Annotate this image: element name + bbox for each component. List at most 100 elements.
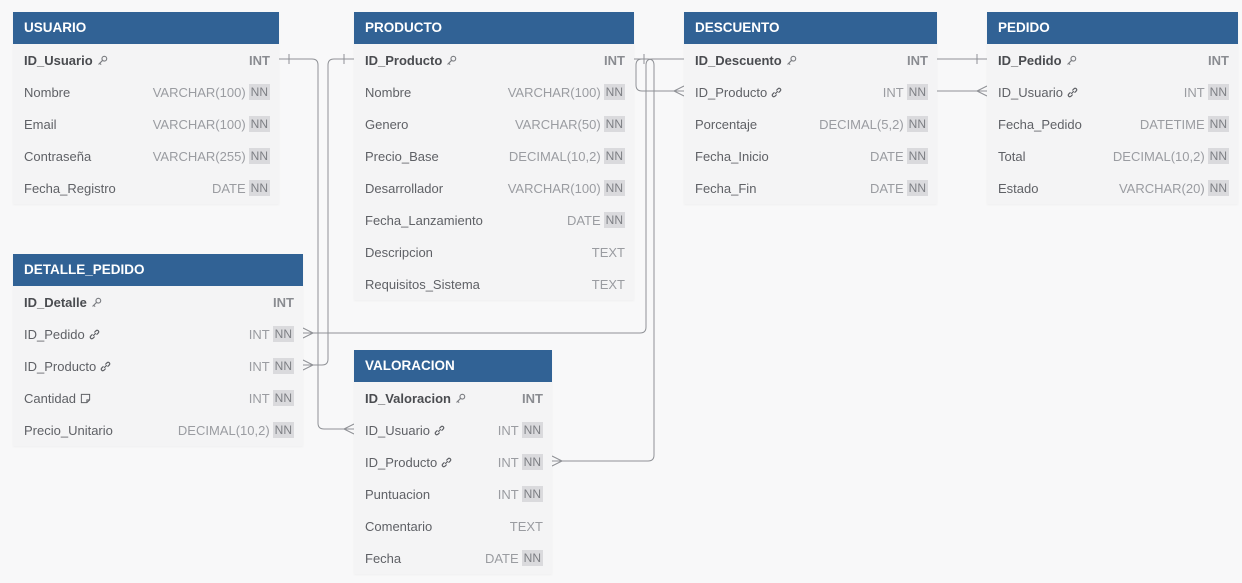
field-name: ID_Producto [365,455,498,470]
field-name-text: Precio_Unitario [24,422,113,438]
not-null-badge: NN [603,180,625,196]
field-name: Puntuacion [365,487,498,502]
field-row[interactable]: ID_Usuario INT [13,44,279,76]
field-type: INT [249,52,270,68]
table-descuento[interactable]: DESCUENTO ID_Descuento INT ID_Producto INT NN… [684,12,937,204]
field-row[interactable]: ID_Pedido INT [987,44,1238,76]
field-type: INT [1208,52,1229,68]
table-pedido[interactable]: PEDIDO ID_Pedido INT ID_Usuario INT NN Fecha_P… [987,12,1238,204]
table-header[interactable]: DESCUENTO [684,12,937,44]
field-row[interactable]: Contraseña VARCHAR(255) NN [13,140,279,172]
table-usuario[interactable]: USUARIO ID_Usuario INT Nombre VARCHAR(100) NN… [13,12,279,204]
field-row[interactable]: Fecha_Lanzamiento DATE NN [354,204,634,236]
not-null-badge: NN [906,148,928,164]
field-type: INT [497,486,519,502]
field-row[interactable]: ID_Producto INT NN [13,350,303,382]
field-name: Fecha_Inicio [695,149,870,164]
field-name-text: Precio_Base [365,148,439,164]
field-row[interactable]: ID_Descuento INT [684,44,937,76]
field-row[interactable]: Fecha_Fin DATE NN [684,172,937,204]
field-row[interactable]: Comentario TEXT [354,510,552,542]
field-row[interactable]: ID_Pedido INT NN [13,318,303,350]
field-name: Nombre [365,85,508,100]
table-header[interactable]: PRODUCTO [354,12,634,44]
field-row[interactable]: Fecha_Inicio DATE NN [684,140,937,172]
link-icon [441,457,452,467]
field-row[interactable]: Nombre VARCHAR(100) NN [13,76,279,108]
field-row[interactable]: ID_Detalle INT [13,286,303,318]
field-type: DATE [566,212,601,228]
field-name: ID_Producto [24,359,249,374]
field-row[interactable]: Precio_Base DECIMAL(10,2) NN [354,140,634,172]
field-row[interactable]: Desarrollador VARCHAR(100) NN [354,172,634,204]
field-row[interactable]: Cantidad INT NN [13,382,303,414]
field-row[interactable]: Nombre VARCHAR(100) NN [354,76,634,108]
field-name-text: Nombre [365,84,412,100]
table-header[interactable]: VALORACION [354,350,552,382]
link-icon [771,87,782,97]
field-name-text: ID_Detalle [24,294,87,310]
field-row[interactable]: Fecha DATE NN [354,542,552,574]
field-row[interactable]: Porcentaje DECIMAL(5,2) NN [684,108,937,140]
field-row[interactable]: Descripcion TEXT [354,236,634,268]
rel-producto-descuento [634,58,684,92]
not-null-badge: NN [521,550,543,566]
field-row[interactable]: Total DECIMAL(10,2) NN [987,140,1238,172]
field-name-text: Fecha_Inicio [695,148,769,164]
not-null-badge: NN [521,486,543,502]
field-name: ID_Detalle [24,295,273,310]
field-name-text: Descripcion [365,244,433,260]
field-row[interactable]: ID_Usuario INT NN [354,414,552,446]
field-type: VARCHAR(100) [152,84,246,100]
field-row[interactable]: Puntuacion INT NN [354,478,552,510]
key-icon [92,297,102,307]
field-row[interactable]: ID_Usuario INT NN [987,76,1238,108]
field-name-text: ID_Usuario [998,84,1064,100]
field-row[interactable]: Requisitos_Sistema TEXT [354,268,634,300]
field-type: INT [882,84,904,100]
field-name: ID_Usuario [24,53,249,68]
not-null-badge: NN [1207,84,1229,100]
field-type: TEXT [591,244,625,260]
field-name-text: Comentario [365,518,433,534]
table-producto[interactable]: PRODUCTO ID_Producto INT Nombre VARCHAR(100)… [354,12,634,300]
field-type: DECIMAL(10,2) [177,422,270,438]
field-name-text: Nombre [24,84,71,100]
field-name-text: Desarrollador [365,180,444,196]
table-detalle_pedido[interactable]: DETALLE_PEDIDO ID_Detalle INT ID_Pedido INT N… [13,254,303,446]
field-row[interactable]: Precio_Unitario DECIMAL(10,2) NN [13,414,303,446]
field-type: DATE [211,180,246,196]
field-row[interactable]: ID_Valoracion INT [354,382,552,414]
field-name: ID_Usuario [998,85,1184,100]
field-row[interactable]: Fecha_Pedido DATETIME NN [987,108,1238,140]
field-type: DECIMAL(10,2) [508,148,601,164]
not-null-badge: NN [248,180,270,196]
table-header[interactable]: USUARIO [13,12,279,44]
field-name-text: ID_Descuento [695,52,782,68]
field-row[interactable]: Genero VARCHAR(50) NN [354,108,634,140]
not-null-badge: NN [906,180,928,196]
key-icon [786,55,796,65]
not-null-badge: NN [603,116,625,132]
field-row[interactable]: ID_Producto INT NN [354,446,552,478]
field-row[interactable]: Email VARCHAR(100) NN [13,108,279,140]
not-null-badge: NN [603,212,625,228]
table-header[interactable]: DETALLE_PEDIDO [13,254,303,286]
field-type: INT [248,390,270,406]
field-row[interactable]: ID_Producto INT NN [684,76,937,108]
field-row[interactable]: Estado VARCHAR(20) NN [987,172,1238,204]
table-header[interactable]: PEDIDO [987,12,1238,44]
not-null-badge: NN [248,84,270,100]
field-type: INT [248,326,270,342]
key-icon [447,55,457,65]
table-valoracion[interactable]: VALORACION ID_Valoracion INT ID_Usuario INT N… [354,350,552,574]
field-row[interactable]: Fecha_Registro DATE NN [13,172,279,204]
field-type: DATE [869,148,904,164]
field-name-text: Email [24,116,57,132]
field-row[interactable]: ID_Producto INT [354,44,634,76]
field-name: ID_Pedido [998,53,1208,68]
field-name-text: Contraseña [24,148,92,164]
link-icon [1067,87,1078,97]
not-null-badge: NN [248,116,270,132]
link-icon [434,425,445,435]
